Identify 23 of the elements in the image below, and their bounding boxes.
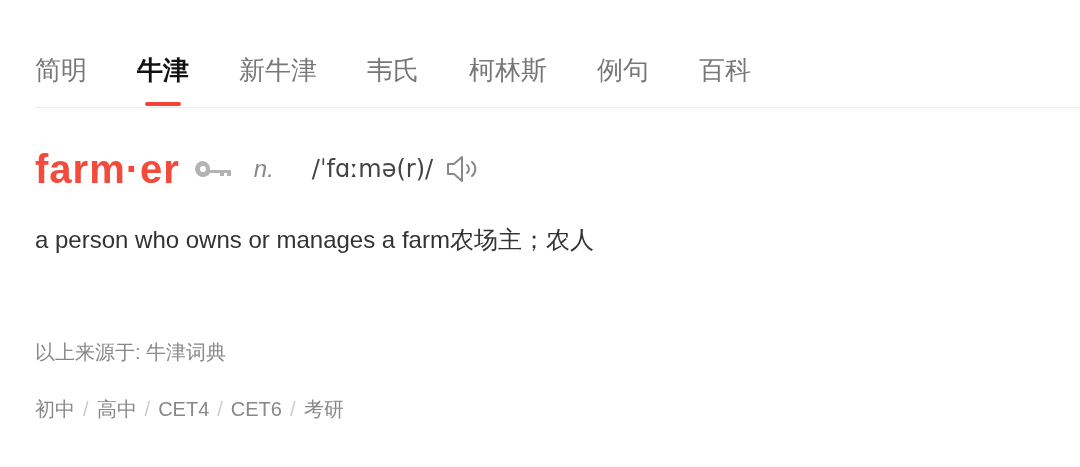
separator: / bbox=[144, 398, 151, 421]
separator: / bbox=[83, 398, 89, 421]
key-icon bbox=[193, 159, 234, 179]
definition: a person who owns or manages a farm农场主；农人 bbox=[35, 225, 595, 255]
tab[interactable]: 韦氏 bbox=[367, 50, 419, 107]
tab[interactable]: 柯林斯 bbox=[469, 50, 547, 107]
tab[interactable]: 简明 bbox=[35, 50, 87, 107]
level-tag: 考研 bbox=[303, 396, 344, 423]
level-tag: CET4 bbox=[158, 398, 210, 421]
separator: / bbox=[289, 398, 296, 421]
part-of-speech: n. bbox=[253, 155, 274, 183]
phonetic: /ˈfɑːmə(r)/ bbox=[311, 155, 434, 183]
tab[interactable]: 百科 bbox=[699, 50, 751, 107]
tab[interactable]: 新牛津 bbox=[239, 50, 317, 107]
level-tag: 初中 bbox=[35, 396, 75, 423]
headword: farm·er bbox=[35, 146, 180, 192]
level-tag: 高中 bbox=[96, 396, 137, 423]
tab[interactable]: 牛津 bbox=[137, 50, 189, 107]
level-tag: CET6 bbox=[230, 398, 282, 421]
active-tab-underline bbox=[145, 102, 181, 106]
source-note: 以上来源于: 牛津词典 bbox=[35, 340, 228, 365]
separator: / bbox=[217, 398, 223, 421]
tab[interactable]: 例句 bbox=[597, 50, 649, 107]
